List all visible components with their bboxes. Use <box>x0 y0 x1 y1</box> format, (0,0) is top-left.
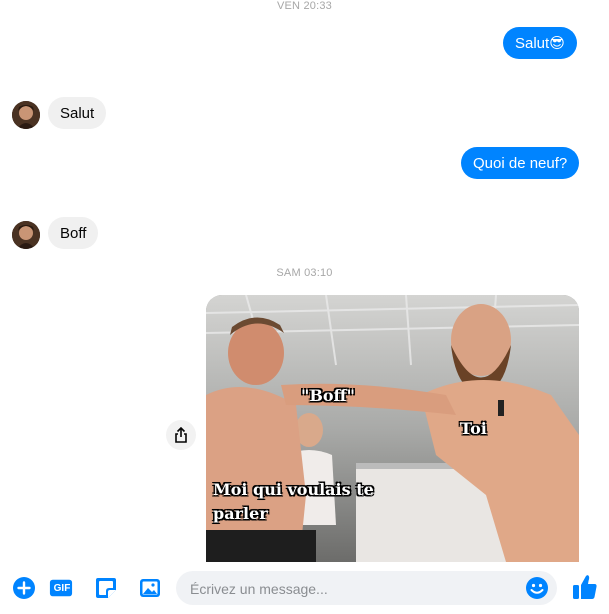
image-button[interactable] <box>138 576 162 600</box>
sticker-button[interactable] <box>94 576 118 600</box>
meme-caption: Toi <box>460 419 487 438</box>
meme-image[interactable]: "Boff" Toi Moi qui voulais te parler <box>206 295 579 562</box>
meme-caption: parler <box>213 504 268 523</box>
avatar[interactable] <box>12 101 40 129</box>
emoji-button[interactable] <box>525 576 549 600</box>
message-text: Salut😎 <box>515 35 565 52</box>
composer-bar: GIF <box>0 562 609 614</box>
avatar[interactable] <box>12 221 40 249</box>
message-text: Quoi de neuf? <box>473 154 568 172</box>
sticker-icon <box>96 578 116 598</box>
more-actions-button[interactable] <box>12 576 36 600</box>
incoming-message[interactable]: Salut <box>48 97 107 129</box>
gif-button[interactable]: GIF <box>49 576 73 600</box>
timestamp: SAM 03:10 <box>276 267 333 279</box>
incoming-message[interactable]: Boff <box>48 217 99 249</box>
outgoing-message[interactable]: Salut😎 <box>503 27 577 59</box>
message-text: Boff <box>60 224 87 242</box>
message-text: Salut <box>60 104 95 122</box>
gif-label: GIF <box>53 582 71 594</box>
avatar-image <box>12 101 40 129</box>
meme-caption: Moi qui voulais te <box>213 480 374 499</box>
share-icon <box>175 427 187 443</box>
message-input[interactable] <box>188 571 512 607</box>
outgoing-message[interactable]: Quoi de neuf? <box>461 147 580 179</box>
thumbs-up-icon <box>573 575 597 599</box>
emoji-icon <box>526 577 548 599</box>
plus-icon <box>13 577 35 599</box>
avatar-image <box>12 221 40 249</box>
share-button[interactable] <box>166 420 196 450</box>
image-icon <box>140 579 160 597</box>
meme-caption: "Boff" <box>301 386 355 405</box>
timestamp: VEN 20:33 <box>276 0 332 12</box>
message-input-wrapper <box>176 571 557 607</box>
like-button[interactable] <box>572 573 598 601</box>
